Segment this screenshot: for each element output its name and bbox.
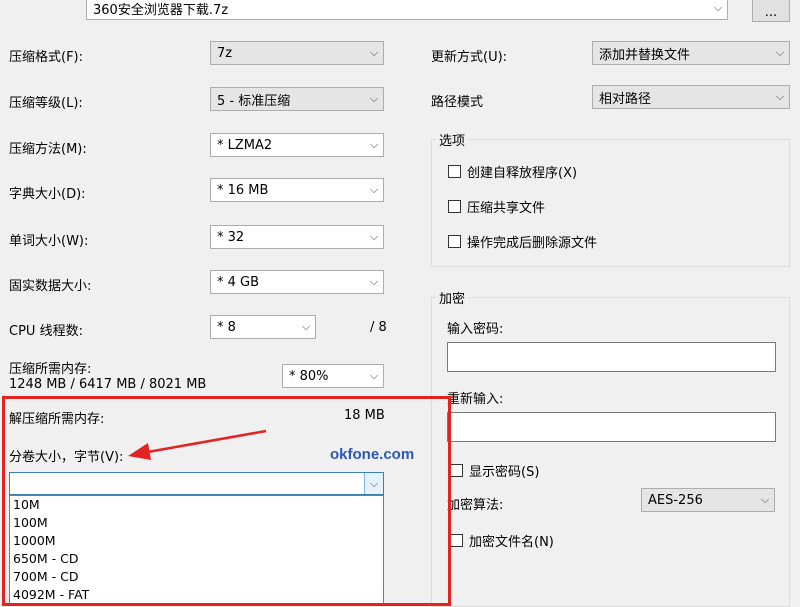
chevron-down-icon: ⌵ [760,493,770,506]
mem-detail: 1248 MB / 6417 MB / 8021 MB [9,377,207,392]
encryption-title: 加密 [436,288,469,307]
update-value: 添加并替换文件 [599,47,691,63]
checkbox-icon [448,165,461,178]
watermark: okfone.com [330,446,415,463]
show-password-checkbox[interactable]: 显示密码(S) [450,461,539,480]
dict-label: 字典大小(D): [9,187,86,202]
delete-checkbox[interactable]: 操作完成后删除源文件 [448,232,597,251]
chevron-down-icon: ⌵ [713,1,723,14]
repassword-input[interactable] [447,412,776,442]
mem-value: * 80% [289,368,329,384]
show-password-label: 显示密码(S) [469,465,540,480]
solid-combo[interactable]: * 4 GB ⌵ [210,270,384,294]
repassword-label: 重新输入: [447,392,504,407]
update-select[interactable]: 添加并替换文件 ⌵ [592,41,790,65]
path-mode-select[interactable]: 相对路径 ⌵ [592,85,790,109]
sfx-checkbox[interactable]: 创建自释放程序(X) [448,162,577,181]
method-value: * LZMA2 [217,137,273,153]
dict-value: * 16 MB [217,182,269,198]
chevron-down-icon: ⌵ [369,183,379,196]
cpu-label: CPU 线程数: [9,324,83,339]
cpu-total: / 8 [370,320,387,335]
dict-combo[interactable]: * 16 MB ⌵ [210,178,384,202]
enc-method-label: 加密算法: [447,498,504,513]
level-select[interactable]: 5 - 标准压缩 ⌵ [210,87,384,111]
mem-label: 压缩所需内存: [9,362,92,377]
encrypt-names-label: 加密文件名(N) [469,535,554,550]
solid-label: 固实数据大小: [9,279,92,294]
mem-combo[interactable]: * 80% ⌵ [282,364,384,388]
word-label: 单词大小(W): [9,234,89,249]
level-label: 压缩等级(L): [9,96,83,111]
encrypt-names-checkbox[interactable]: 加密文件名(N) [450,531,554,550]
word-combo[interactable]: * 32 ⌵ [210,225,384,249]
path-mode-value: 相对路径 [599,91,652,107]
enc-method-select[interactable]: AES-256 ⌵ [641,488,775,512]
level-value: 5 - 标准压缩 [217,93,291,109]
cpu-value: * 8 [217,319,236,335]
update-label: 更新方式(U): [431,50,508,65]
shared-checkbox[interactable]: 压缩共享文件 [448,197,545,216]
password-input[interactable] [447,342,776,372]
solid-value: * 4 GB [217,274,260,290]
archive-path-value: 360安全浏览器下载.7z [93,2,229,18]
format-label: 压缩格式(F): [9,50,84,65]
checkbox-icon [448,200,461,213]
options-title: 选项 [436,130,469,149]
chevron-down-icon: ⌵ [301,320,311,333]
archive-path-combo[interactable]: 360安全浏览器下载.7z ⌵ [86,0,728,20]
chevron-down-icon: ⌵ [775,90,785,103]
path-mode-label: 路径模式 [431,95,484,110]
format-value: 7z [217,45,233,61]
chevron-down-icon: ⌵ [369,46,379,59]
delete-label: 操作完成后删除源文件 [467,236,598,251]
checkbox-icon [448,235,461,248]
chevron-down-icon: ⌵ [369,230,379,243]
arrow-icon [128,429,267,460]
chevron-down-icon: ⌵ [369,92,379,105]
method-combo[interactable]: * LZMA2 ⌵ [210,133,384,157]
chevron-down-icon: ⌵ [369,369,379,382]
checkbox-icon [450,464,463,477]
shared-label: 压缩共享文件 [467,201,546,216]
chevron-down-icon: ⌵ [369,275,379,288]
checkbox-icon [450,534,463,547]
chevron-down-icon: ⌵ [369,138,379,151]
method-label: 压缩方法(M): [9,142,87,157]
password-label: 输入密码: [447,322,504,337]
sfx-label: 创建自释放程序(X) [467,166,578,181]
chevron-down-icon: ⌵ [775,46,785,59]
word-value: * 32 [217,229,245,245]
format-select[interactable]: 7z ⌵ [210,41,384,65]
cpu-combo[interactable]: * 8 ⌵ [210,315,316,339]
enc-method-value: AES-256 [648,492,703,508]
browse-button[interactable]: ... [752,0,790,22]
